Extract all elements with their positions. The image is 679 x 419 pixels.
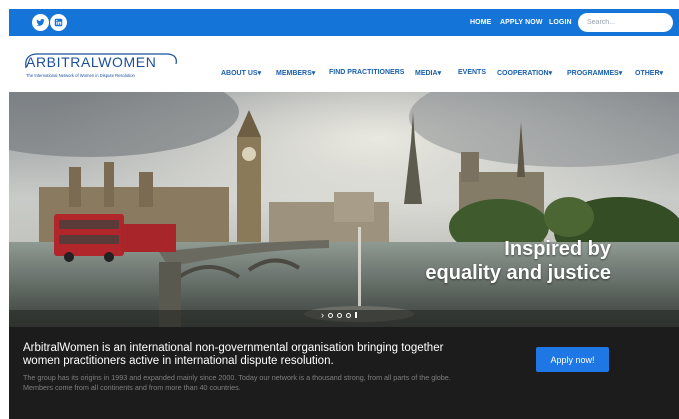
intro-description: The group has its origins in 1993 and ex… — [23, 373, 451, 392]
nav-events[interactable]: EVENTS — [458, 69, 486, 76]
nav-find-practitioners[interactable]: FIND PRACTITIONERS — [329, 69, 404, 76]
slider-dot[interactable] — [337, 312, 342, 318]
pause-icon[interactable] — [355, 312, 357, 318]
top-bar: HOME APPLY NOW LOGIN — [9, 9, 679, 36]
nav-home-link[interactable]: HOME — [470, 19, 491, 26]
nav-media[interactable]: MEDIA▾ — [415, 69, 441, 77]
apply-now-button[interactable]: Apply now! — [536, 347, 609, 372]
hero-headline-line1: Inspired by — [504, 238, 611, 260]
hero-headline-line2: equality and justice — [425, 262, 611, 284]
hero-image — [9, 92, 679, 327]
nav-cooperation[interactable]: COOPERATION▾ — [497, 69, 552, 77]
nav-members-label: MEMBERS — [276, 70, 312, 77]
intro-band: ArbitralWomen is an international non-go… — [9, 327, 679, 419]
slider-dot[interactable] — [346, 312, 351, 318]
nav-about-us-label: ABOUT US — [221, 70, 258, 77]
nav-other-label: OTHER — [635, 70, 660, 77]
slider-dot[interactable] — [328, 312, 333, 318]
logo-tagline: The International Network of Women in Di… — [26, 73, 135, 78]
nav-programmes-label: PROGRAMMES — [567, 70, 619, 77]
slider-next-arrow[interactable]: › — [321, 311, 324, 320]
slider-pagination: › — [321, 311, 357, 320]
nav-members[interactable]: MEMBERS▾ — [276, 69, 315, 77]
chevron-down-icon: ▾ — [618, 70, 623, 77]
nav-media-label: MEDIA — [415, 70, 438, 77]
chevron-down-icon: ▾ — [311, 70, 316, 77]
nav-programmes[interactable]: PROGRAMMES▾ — [567, 69, 622, 77]
intro-headline: ArbitralWomen is an international non-go… — [23, 342, 444, 367]
nav-about-us[interactable]: ABOUT US▾ — [221, 69, 261, 77]
logo[interactable]: ARBITRALWOMEN The International Network … — [25, 53, 178, 78]
chevron-down-icon: ▾ — [548, 70, 553, 77]
nav-login-link[interactable]: LOGIN — [549, 19, 572, 26]
nav-other[interactable]: OTHER▾ — [635, 69, 663, 77]
twitter-icon[interactable] — [32, 14, 49, 31]
nav-cooperation-label: COOPERATION — [497, 70, 549, 77]
nav-find-practitioners-label: FIND PRACTITIONERS — [329, 69, 405, 76]
clock-icon — [242, 147, 256, 161]
hero-banner: Inspired by equality and justice › — [9, 92, 679, 327]
search-input[interactable] — [578, 13, 673, 32]
chevron-down-icon: ▾ — [257, 70, 262, 77]
linkedin-icon[interactable] — [50, 14, 67, 31]
chevron-down-icon: ▾ — [659, 70, 664, 77]
site-header: ARBITRALWOMEN The International Network … — [9, 36, 679, 92]
nav-apply-now-link[interactable]: APPLY NOW — [500, 19, 543, 26]
logo-text: ARBITRALWOMEN — [26, 54, 157, 70]
chevron-down-icon: ▾ — [437, 70, 442, 77]
nav-events-label: EVENTS — [458, 69, 487, 76]
